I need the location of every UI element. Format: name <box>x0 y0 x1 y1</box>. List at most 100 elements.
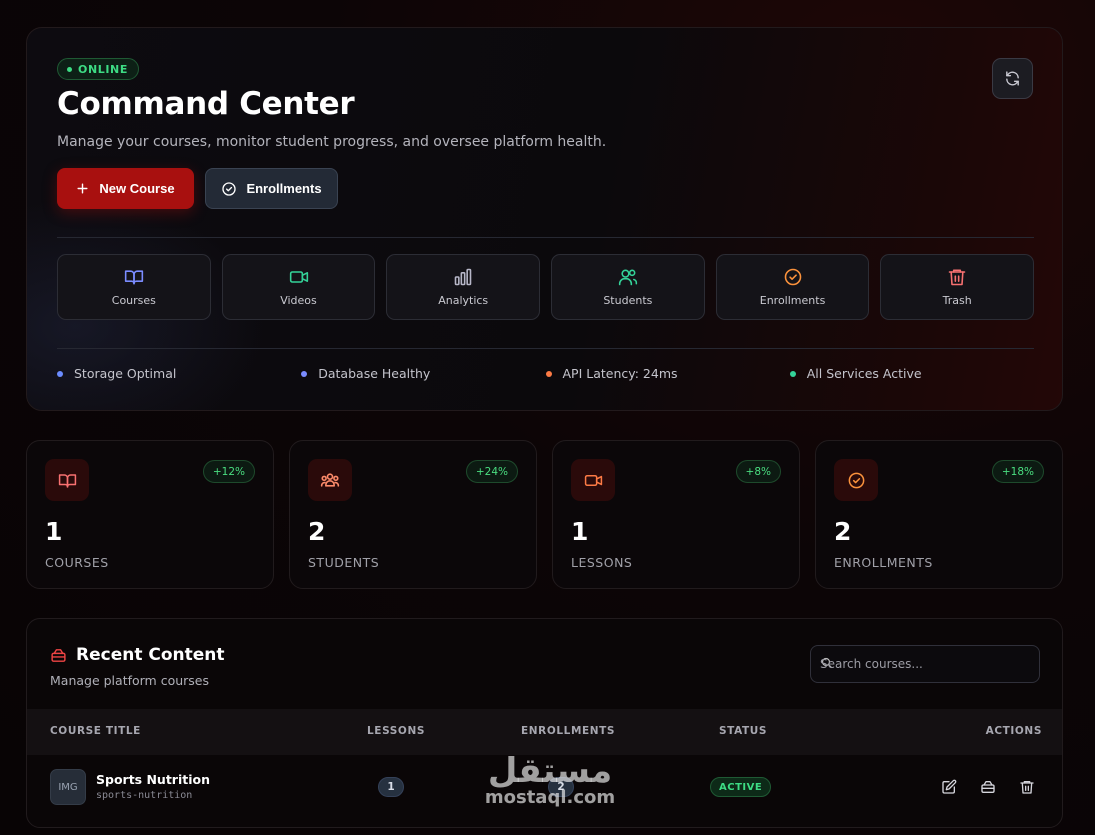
watermark-arabic: مستقل <box>487 751 613 791</box>
status-label: All Services Active <box>806 366 922 381</box>
status-storage: Storage Optimal <box>57 366 301 381</box>
status-dot-icon <box>545 370 552 377</box>
trend-badge: +24% <box>465 460 518 483</box>
stat-label: LESSONS <box>571 555 633 570</box>
stats-row: +12% 1 COURSES +24% 2 STUDENTS +8% 1 LES… <box>26 440 1063 589</box>
status-label: API Latency: 24ms <box>562 366 678 381</box>
stat-icon-box <box>834 459 878 501</box>
course-thumbnail: IMG <box>50 769 86 805</box>
stat-value: 2 <box>308 517 326 546</box>
check-circle-icon <box>784 268 801 286</box>
trash-icon <box>948 269 966 286</box>
quick-link-courses[interactable]: Courses <box>57 254 211 320</box>
trend-badge: +8% <box>735 460 781 483</box>
enrollments-button-label: Enrollments <box>246 181 322 196</box>
stat-card-students: +24% 2 STUDENTS <box>289 440 537 589</box>
lessons-count: 1 <box>378 777 404 797</box>
status-badge: ACTIVE <box>710 777 772 797</box>
refresh-icon <box>1006 71 1019 86</box>
users-icon <box>618 269 637 286</box>
quick-link-label: Courses <box>111 294 156 307</box>
page-subtitle: Manage your courses, monitor student pro… <box>57 134 607 150</box>
stat-value: 1 <box>45 517 63 546</box>
stat-value: 2 <box>834 517 852 546</box>
hero-divider <box>57 237 1034 238</box>
archive-icon <box>980 780 995 793</box>
hero-panel: ONLINE Command Center Manage your course… <box>26 27 1063 411</box>
recent-content-title: Recent Content <box>76 645 225 665</box>
online-badge-label: ONLINE <box>78 62 128 76</box>
quick-link-label: Trash <box>942 294 972 307</box>
page-title: Command Center <box>57 86 355 122</box>
stat-label: ENROLLMENTS <box>834 555 933 570</box>
stat-value: 1 <box>571 517 589 546</box>
video-icon <box>289 271 308 283</box>
watermark-logo: مستقل mostaql.com <box>480 752 620 808</box>
quick-link-label: Videos <box>280 294 317 307</box>
status-label: Database Healthy <box>318 366 431 381</box>
package-icon <box>51 648 66 662</box>
system-status-row: Storage Optimal Database Healthy API Lat… <box>57 366 1034 381</box>
check-circle-icon <box>222 181 237 196</box>
status-dot-icon <box>789 370 796 377</box>
quick-link-label: Analytics <box>438 294 489 307</box>
quick-links: Courses Videos Analytics Students Enroll… <box>57 254 1035 320</box>
quick-link-students[interactable]: Students <box>551 254 705 320</box>
stat-label: STUDENTS <box>308 555 380 570</box>
column-header-actions: ACTIONS <box>985 725 1042 737</box>
row-actions <box>939 777 1036 796</box>
delete-button[interactable] <box>1017 777 1036 796</box>
status-database: Database Healthy <box>301 366 545 381</box>
recent-content-subtitle: Manage platform courses <box>50 673 210 688</box>
column-header-title: COURSE TITLE <box>50 725 141 737</box>
edit-icon <box>941 779 956 794</box>
stat-icon-box <box>571 459 615 501</box>
refresh-button[interactable] <box>992 58 1033 99</box>
book-icon <box>124 270 143 285</box>
quick-link-label: Enrollments <box>759 294 826 307</box>
watermark-latin: mostaql.com <box>484 787 616 808</box>
status-divider <box>57 348 1034 349</box>
archive-button[interactable] <box>978 777 997 796</box>
plus-icon <box>77 183 88 194</box>
quick-link-enrollments[interactable]: Enrollments <box>715 254 870 320</box>
stat-icon-box <box>308 459 352 501</box>
quick-link-trash[interactable]: Trash <box>880 254 1035 320</box>
quick-link-analytics[interactable]: Analytics <box>386 254 541 320</box>
check-circle-icon <box>848 472 864 488</box>
status-dot-icon <box>301 370 308 377</box>
recent-content-header: Recent Content <box>50 645 225 665</box>
online-dot-icon <box>67 66 72 72</box>
course-title[interactable]: Sports Nutrition <box>96 772 210 787</box>
quick-link-videos[interactable]: Videos <box>221 254 376 320</box>
status-label: Storage Optimal <box>74 366 177 381</box>
search-box <box>810 645 1040 683</box>
column-header-enrollments: ENROLLMENTS <box>521 725 616 737</box>
bar-chart-icon <box>454 268 472 286</box>
course-slug: sports-nutrition <box>96 790 193 801</box>
new-course-button[interactable]: New Course <box>57 168 194 209</box>
trend-badge: +18% <box>991 460 1044 483</box>
users-group-icon <box>320 473 340 487</box>
column-header-status: STATUS <box>719 725 768 737</box>
column-header-lessons: LESSONS <box>367 725 425 737</box>
stat-card-courses: +12% 1 COURSES <box>26 440 274 589</box>
search-input[interactable] <box>820 646 1030 682</box>
stat-card-enrollments: +18% 2 ENROLLMENTS <box>815 440 1063 589</box>
video-icon <box>584 474 602 486</box>
status-dot-icon <box>57 370 63 377</box>
book-icon <box>58 473 76 488</box>
enrollments-button[interactable]: Enrollments <box>205 168 338 209</box>
new-course-label: New Course <box>99 181 175 196</box>
status-services: All Services Active <box>789 366 1034 381</box>
edit-button[interactable] <box>939 777 958 796</box>
trend-badge: +12% <box>202 460 255 483</box>
quick-link-label: Students <box>603 294 653 307</box>
table-header: COURSE TITLE LESSONS ENROLLMENTS STATUS … <box>27 709 1062 755</box>
trash-icon <box>1019 780 1034 794</box>
online-status-badge: ONLINE <box>57 58 139 80</box>
status-api-latency: API Latency: 24ms <box>545 366 790 381</box>
stat-icon-box <box>45 459 89 501</box>
stat-label: COURSES <box>45 555 109 570</box>
stat-card-lessons: +8% 1 LESSONS <box>552 440 800 589</box>
